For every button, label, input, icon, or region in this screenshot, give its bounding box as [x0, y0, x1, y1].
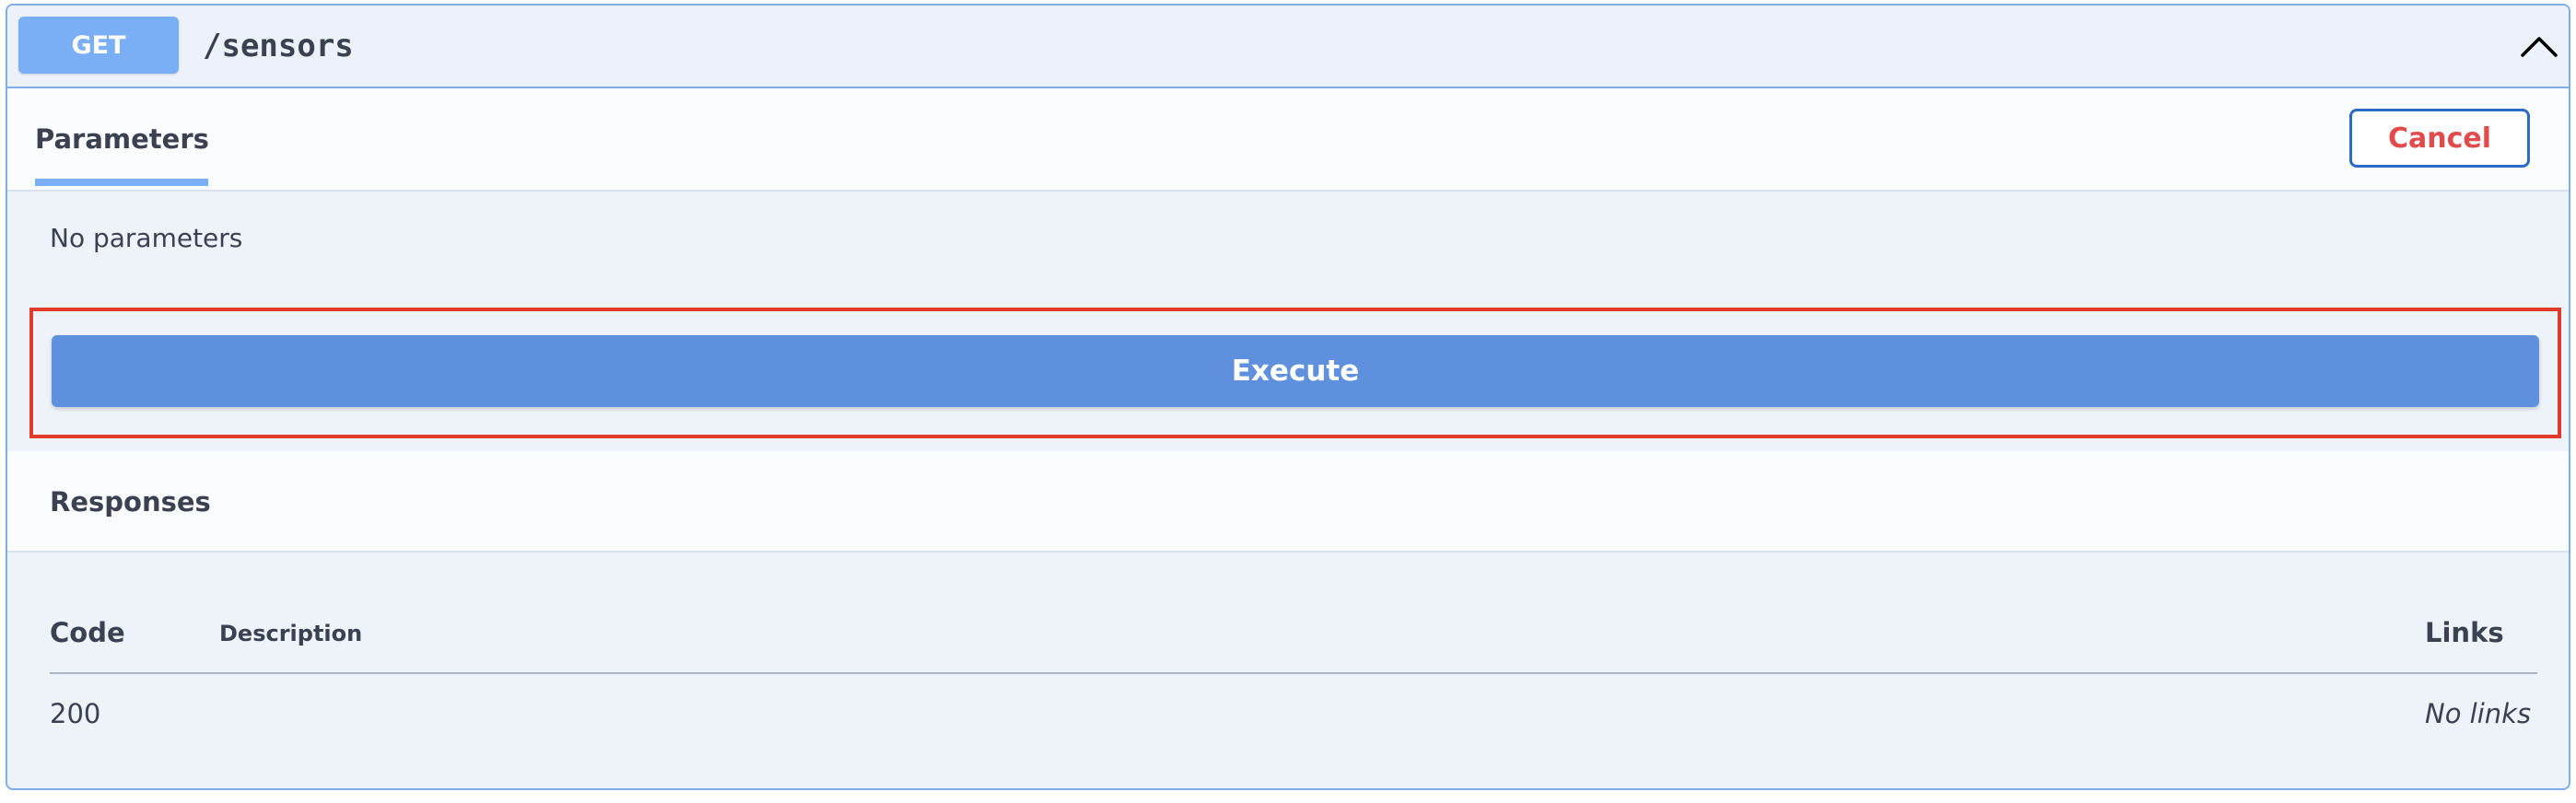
column-header-code: Code: [50, 617, 125, 648]
no-parameters-text: No parameters: [50, 223, 243, 253]
execute-button[interactable]: Execute: [52, 335, 2539, 407]
tab-parameters[interactable]: Parameters: [35, 123, 209, 155]
endpoint-path: /sensors: [203, 28, 354, 64]
column-header-description: Description: [219, 621, 363, 646]
active-tab-indicator: [35, 179, 208, 186]
table-divider: [50, 672, 2537, 674]
responses-header: Responses: [7, 451, 2569, 553]
cancel-button[interactable]: Cancel: [2349, 109, 2530, 168]
http-method-badge: GET: [18, 17, 179, 74]
response-links: No links: [2425, 698, 2532, 729]
responses-title: Responses: [50, 486, 211, 518]
column-header-links: Links: [2425, 617, 2504, 648]
parameters-header: Parameters Cancel: [7, 88, 2569, 192]
operation-block: GET /sensors Parameters Cancel No parame…: [6, 4, 2570, 790]
response-code: 200: [50, 698, 101, 729]
chevron-up-icon[interactable]: [2517, 28, 2561, 64]
operation-summary[interactable]: GET /sensors: [7, 6, 2569, 88]
execute-highlight-box: Execute: [29, 308, 2561, 438]
